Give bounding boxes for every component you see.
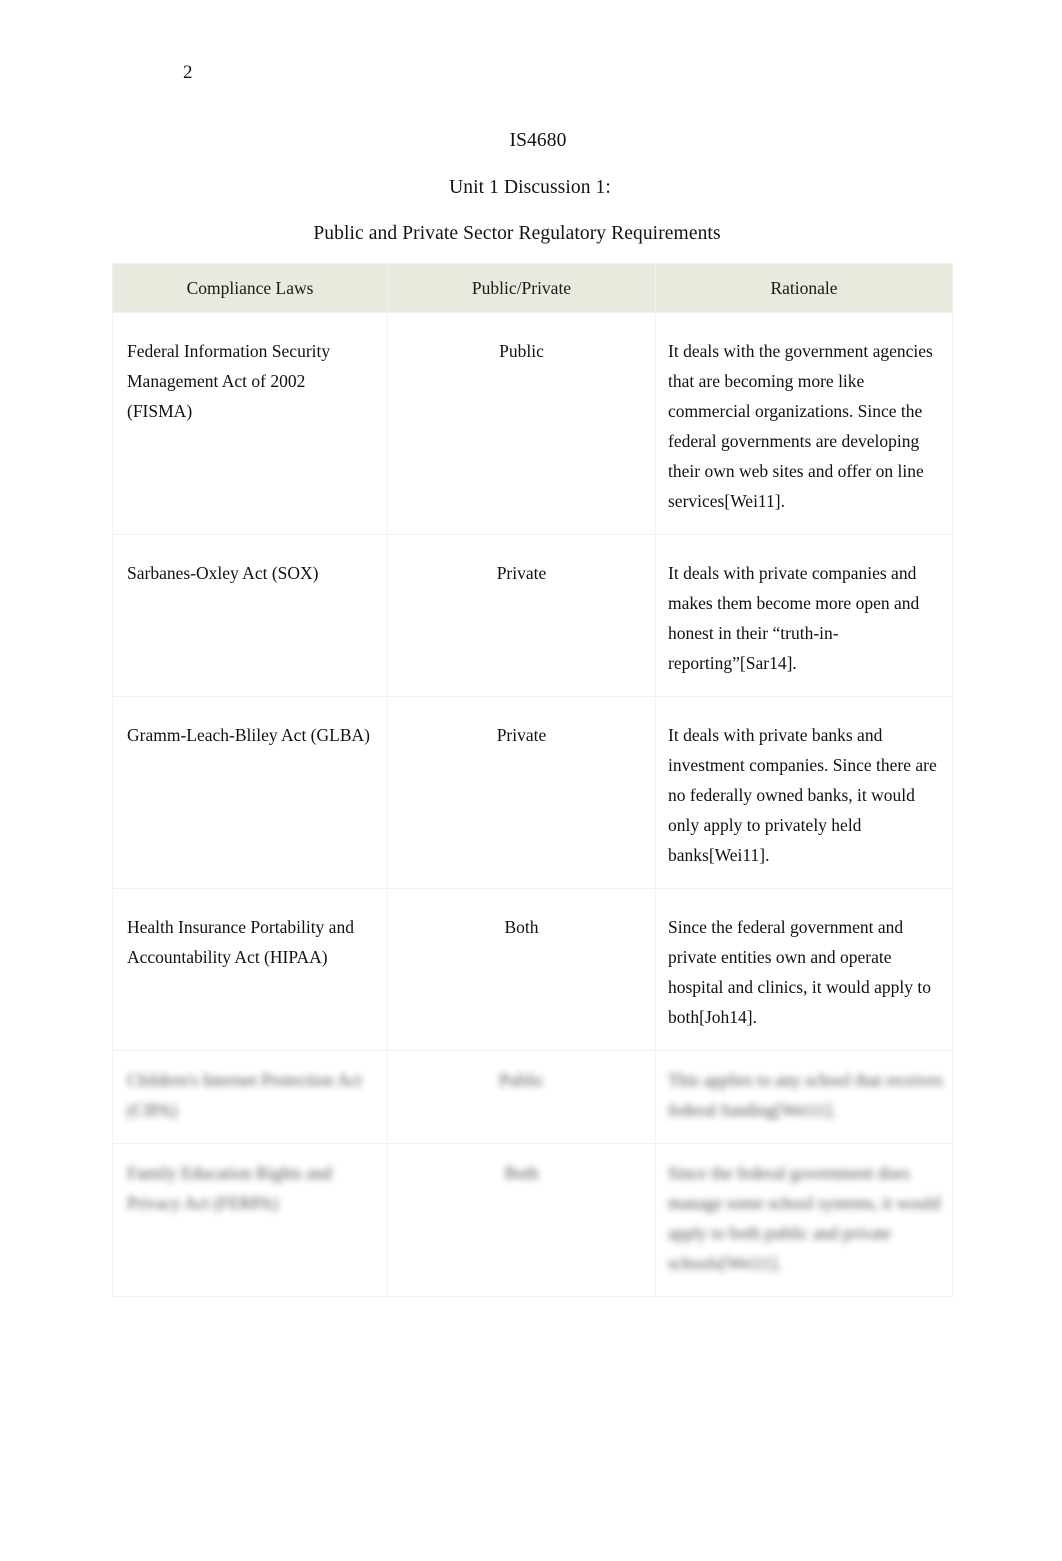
cell-rationale: It deals with private banks and investme… [655, 696, 953, 889]
cell-public-private: Private [387, 696, 656, 889]
type-text: Private [496, 725, 547, 745]
type-text: Public [499, 1070, 544, 1090]
type-text: Both [504, 917, 539, 937]
cell-compliance-law: Federal Information Security Management … [112, 312, 388, 535]
type-text: Both [504, 1163, 539, 1183]
cell-compliance-law: Gramm-Leach-Bliley Act (GLBA) [112, 696, 388, 889]
cell-rationale: It deals with the government agencies th… [655, 312, 953, 535]
law-text: Sarbanes-Oxley Act (SOX) [127, 563, 319, 583]
law-text: Family Education Rights and Privacy Act … [127, 1163, 332, 1213]
compliance-table: Compliance Laws Public/Private Rationale… [112, 264, 953, 1297]
table-body: Federal Information Security Management … [112, 312, 953, 1297]
document-page: 2 IS4680 Unit 1 Discussion 1: Public and… [0, 0, 1062, 1561]
cell-rationale: This applies to any school that receives… [655, 1050, 953, 1144]
table-row: Gramm-Leach-Bliley Act (GLBA) Private It… [112, 696, 953, 889]
table-row-redacted: Children's Internet Protection Act (CIPA… [112, 1050, 953, 1144]
cell-rationale: Since the federal government does manage… [655, 1143, 953, 1297]
rationale-text: This applies to any school that receives… [668, 1070, 944, 1120]
law-text: Gramm-Leach-Bliley Act (GLBA) [127, 725, 370, 745]
rationale-text: It deals with private companies and make… [668, 563, 920, 673]
compliance-table-container: Compliance Laws Public/Private Rationale… [112, 263, 953, 1297]
rationale-text: It deals with the government agencies th… [668, 341, 933, 511]
column-header-public-private: Public/Private [387, 264, 656, 313]
type-text: Private [496, 563, 547, 583]
type-text: Public [499, 341, 544, 361]
heading-course-code: IS4680 [509, 130, 567, 151]
cell-public-private: Public [387, 312, 656, 535]
heading-unit-discussion: Unit 1 Discussion 1: [449, 176, 611, 198]
law-text: Children's Internet Protection Act (CIPA… [127, 1070, 362, 1120]
table-header-row: Compliance Laws Public/Private Rationale [112, 264, 953, 313]
cell-public-private: Both [387, 888, 656, 1051]
table-header: Compliance Laws Public/Private Rationale [112, 264, 953, 313]
rationale-text: It deals with private banks and investme… [668, 725, 937, 865]
cell-public-private: Both [387, 1143, 656, 1297]
cell-public-private: Public [387, 1050, 656, 1144]
cell-compliance-law: Family Education Rights and Privacy Act … [112, 1143, 388, 1297]
table-row-redacted: Family Education Rights and Privacy Act … [112, 1143, 953, 1297]
rationale-text: Since the federal government and private… [668, 917, 931, 1027]
column-header-compliance-laws: Compliance Laws [112, 264, 388, 313]
cell-rationale: It deals with private companies and make… [655, 534, 953, 697]
cell-public-private: Private [387, 534, 656, 697]
heading-topic-title: Public and Private Sector Regulatory Req… [313, 223, 721, 244]
rationale-text: Since the federal government does manage… [668, 1163, 941, 1273]
cell-compliance-law: Health Insurance Portability and Account… [112, 888, 388, 1051]
table-row: Health Insurance Portability and Account… [112, 888, 953, 1051]
table-top-rule [112, 263, 952, 264]
page-number: 2 [183, 62, 193, 83]
table-row: Sarbanes-Oxley Act (SOX) Private It deal… [112, 534, 953, 697]
cell-rationale: Since the federal government and private… [655, 888, 953, 1051]
document-headings: IS4680 Unit 1 Discussion 1: Public and P… [115, 118, 945, 258]
law-text: Federal Information Security Management … [127, 341, 331, 421]
cell-compliance-law: Children's Internet Protection Act (CIPA… [112, 1050, 388, 1144]
column-header-rationale: Rationale [655, 264, 953, 313]
law-text: Health Insurance Portability and Account… [127, 917, 354, 967]
table-row: Federal Information Security Management … [112, 312, 953, 535]
cell-compliance-law: Sarbanes-Oxley Act (SOX) [112, 534, 388, 697]
